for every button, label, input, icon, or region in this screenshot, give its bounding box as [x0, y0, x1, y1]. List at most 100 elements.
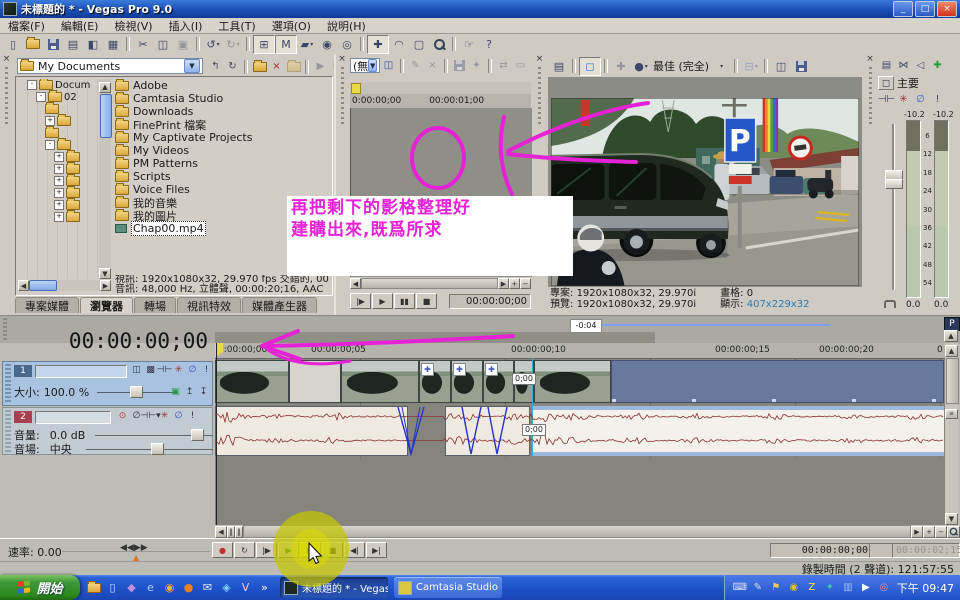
external-monitor-icon[interactable]: ◻	[579, 57, 601, 76]
trim-play-from-start-button[interactable]: |▶	[350, 293, 371, 309]
tree-node-7[interactable]: +	[18, 163, 98, 175]
tray-network-icon[interactable]: ▥	[840, 580, 856, 596]
title-bar[interactable]: 未標題的 * - Vegas Pro 9.0 _ □ ×	[0, 0, 960, 18]
play-button[interactable]: ▶	[278, 542, 299, 558]
folder-tree[interactable]: -Docum-02+-++++++	[18, 79, 98, 279]
track-fx-icon[interactable]: ▩	[144, 364, 157, 376]
taskbar-button-0[interactable]: 未標題的 * - Vegas P...	[280, 577, 388, 598]
tree-scroll-thumb[interactable]	[100, 94, 112, 138]
tree-node-6[interactable]: +	[18, 151, 98, 163]
quick-chrome-icon[interactable]: ◉	[161, 579, 178, 596]
audio-track-name-field[interactable]	[35, 411, 111, 424]
fade-envelope[interactable]	[488, 407, 507, 454]
expand-icon[interactable]: +	[54, 200, 64, 210]
video-track-number[interactable]: 1	[14, 365, 32, 377]
scroll-up-icon[interactable]: ▲	[99, 82, 111, 93]
tree-node-3[interactable]: +	[18, 115, 98, 127]
make-parent-icon[interactable]: ↥	[183, 386, 196, 398]
close-button[interactable]: ×	[937, 1, 957, 17]
video-event-selected[interactable]	[611, 360, 944, 403]
menu-item-2[interactable]: 檢視(V)	[106, 18, 160, 34]
master-fader-track[interactable]	[892, 124, 895, 290]
taskbar-button-1[interactable]: Camtasia Studio - Unti...	[394, 577, 502, 598]
up-one-level-icon[interactable]: ↰	[207, 59, 224, 74]
expand-icon[interactable]: +	[54, 152, 64, 162]
trim-stop-button[interactable]: ■	[416, 293, 437, 309]
timeline-canvas[interactable]: 0:00:00;0000:00:00;0500:00:00;1000:00:00…	[215, 343, 945, 525]
master-fader-right[interactable]	[885, 179, 903, 189]
trim-play-button[interactable]: ▶	[372, 293, 393, 309]
close-panel-icon[interactable]: ×	[864, 54, 876, 64]
tree-node-1[interactable]: -02	[18, 91, 98, 103]
insert-fx-icon[interactable]: ✚	[929, 58, 946, 73]
edge-trim-handle[interactable]: ‖	[235, 526, 243, 538]
size-slider-thumb[interactable]	[130, 386, 143, 398]
automatic-crossfades-icon[interactable]: M	[275, 35, 297, 54]
mute-icon[interactable]: ∅	[186, 364, 199, 376]
interactive-tutorials-icon[interactable]: ☞	[459, 36, 479, 53]
close-panel-icon[interactable]: ×	[0, 54, 13, 64]
drag-handle[interactable]	[3, 318, 7, 342]
menu-item-1[interactable]: 編輯(E)	[53, 18, 107, 34]
tree-node-9[interactable]: +	[18, 187, 98, 199]
lock-envelopes-icon[interactable]: ◉	[317, 36, 337, 53]
tray-update-icon[interactable]: ✦	[822, 580, 838, 596]
split-screen-icon[interactable]: ✚	[611, 58, 631, 75]
file-item[interactable]: Adobe	[113, 79, 330, 92]
address-combo[interactable]: My Documents ▼	[17, 58, 203, 74]
start-preview-icon[interactable]: ▶	[312, 59, 329, 74]
loop-region-bar[interactable]	[215, 332, 655, 343]
trimmer-marker-icon[interactable]	[351, 83, 361, 94]
edge-trim-handle[interactable]: ‖	[227, 526, 235, 538]
track-resize-handle[interactable]: ≡	[945, 409, 958, 419]
play-from-start-button[interactable]: |▶	[256, 542, 277, 558]
tray-player-icon[interactable]: ▶	[858, 580, 874, 596]
expand-icon[interactable]: +	[54, 164, 64, 174]
fx-gear-icon[interactable]: ✳	[895, 92, 912, 107]
overlay-grid-icon[interactable]: ⊟▾	[741, 58, 761, 75]
end-time-display[interactable]: 00:00:02;15	[892, 543, 960, 558]
close-panel-icon[interactable]: ×	[533, 54, 546, 64]
expand-icon[interactable]: +	[54, 176, 64, 186]
transition-icon[interactable]: ✚	[421, 363, 434, 376]
trimmer-preset-combo[interactable]: (無 ▼	[350, 58, 380, 73]
zoom-tool-icon[interactable]	[947, 526, 960, 538]
quick-media-icon[interactable]: ◆	[123, 579, 140, 596]
open-project-icon[interactable]	[23, 36, 43, 53]
solo-icon[interactable]: !	[186, 410, 199, 422]
tab-瀏覽器[interactable]: 瀏覽器	[80, 297, 133, 313]
tray-pen-icon[interactable]: ✎	[750, 580, 766, 596]
file-item[interactable]: Camtasia Studio	[113, 92, 330, 105]
zoom-in-icon[interactable]: +	[509, 278, 520, 289]
copy-frame-icon[interactable]: ◫	[771, 58, 791, 75]
make-child-icon[interactable]: ↧	[197, 386, 210, 398]
track-grip[interactable]	[5, 364, 11, 402]
automation-icon[interactable]: ⊣⊢	[158, 364, 171, 376]
file-item[interactable]: PM Patterns	[113, 157, 330, 170]
expand-icon[interactable]: +	[54, 188, 64, 198]
mixer-properties-icon[interactable]: ▤	[878, 58, 895, 73]
mute-icon[interactable]: ∅	[172, 410, 185, 422]
tree-node-11[interactable]: +	[18, 211, 98, 223]
tree-node-8[interactable]: +	[18, 175, 98, 187]
zoom-edit-tool-icon[interactable]	[429, 36, 449, 53]
save-project-icon[interactable]	[43, 36, 63, 53]
close-panel-icon[interactable]: ×	[336, 54, 348, 64]
zoom-in-icon[interactable]: +	[923, 526, 935, 538]
enable-snapping-icon[interactable]: ⊞	[253, 35, 275, 54]
copy-icon[interactable]: ◫	[153, 36, 173, 53]
project-properties-icon[interactable]: ▤	[63, 36, 83, 53]
remove-media-icon[interactable]: ×	[424, 58, 441, 73]
scroll-right-icon[interactable]: ▶	[498, 278, 509, 289]
media-fx-icon[interactable]: ✦	[468, 58, 485, 73]
quick-vb-icon[interactable]: V	[237, 579, 254, 596]
cursor-time-display[interactable]: 00:00:00;00	[770, 543, 872, 558]
start-button[interactable]: 開始	[0, 575, 80, 600]
zoom-out-icon[interactable]: −	[520, 278, 531, 289]
project-video-properties-icon[interactable]: ▤	[549, 58, 569, 75]
quick-document-icon[interactable]: ▯	[104, 579, 121, 596]
track-grip[interactable]	[5, 410, 11, 452]
paste-icon[interactable]: ▣	[173, 36, 193, 53]
video-event[interactable]	[534, 360, 611, 403]
file-item[interactable]: FinePrint 檔案	[113, 118, 330, 131]
